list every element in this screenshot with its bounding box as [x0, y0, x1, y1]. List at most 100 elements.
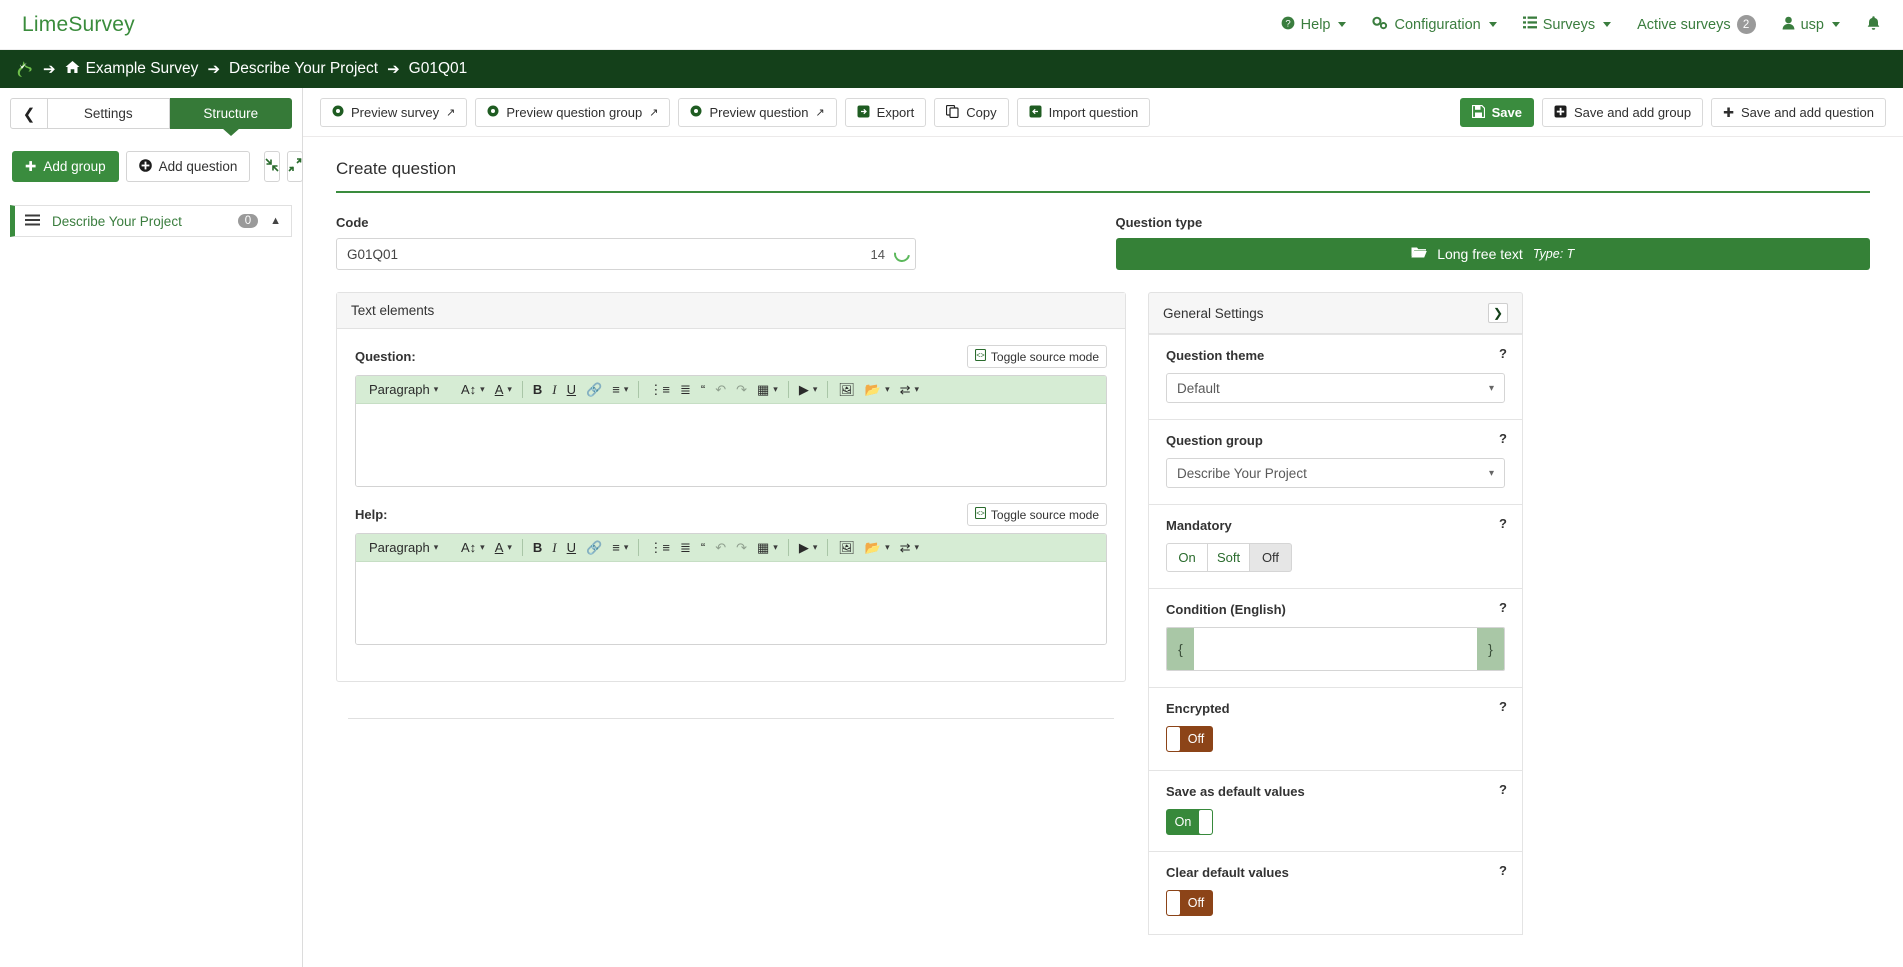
blockquote-icon[interactable]: “: [696, 381, 710, 398]
file-manager-icon[interactable]: 📂 ▾: [860, 381, 895, 399]
help-tooltip-icon-2[interactable]: ?: [1499, 431, 1507, 446]
table-icon[interactable]: ▦ ▾: [752, 381, 783, 399]
collapse-all-button[interactable]: [264, 151, 281, 182]
help-editor-area[interactable]: [356, 562, 1106, 644]
limesurvey-logo-icon[interactable]: [14, 59, 34, 79]
chevron-right-icon[interactable]: ❯: [1488, 303, 1508, 323]
mandatory-option-on[interactable]: On: [1166, 543, 1208, 572]
question-type-selector-button[interactable]: Long free text Type: T: [1115, 238, 1870, 270]
question-editor-area[interactable]: [356, 404, 1106, 486]
save-default-toggle[interactable]: On: [1166, 809, 1213, 835]
redo-icon[interactable]: ↷: [731, 381, 752, 399]
add-question-button[interactable]: Add question: [125, 151, 251, 182]
help-toggle-source-button[interactable]: <> Toggle source mode: [966, 503, 1107, 526]
ltr-rtl-icon[interactable]: ⇄ ▾: [895, 381, 924, 399]
underline-icon[interactable]: U: [562, 381, 581, 398]
align-icon-help[interactable]: ≡ ▾: [607, 539, 633, 556]
font-color-icon[interactable]: A ▾: [490, 381, 517, 398]
add-group-label: Add group: [43, 159, 106, 174]
paragraph-style-dropdown[interactable]: Paragraph ▾: [364, 381, 456, 398]
underline-icon-help[interactable]: U: [562, 539, 581, 556]
breadcrumb-arrow-icon: ➔: [43, 61, 56, 78]
expand-all-button[interactable]: [287, 151, 304, 182]
paragraph-style-dropdown-help[interactable]: Paragraph ▾: [364, 539, 456, 556]
font-size-icon-help[interactable]: A↕ ▾: [456, 539, 490, 556]
font-size-icon[interactable]: A↕ ▾: [456, 381, 490, 398]
tab-structure[interactable]: Structure: [169, 98, 292, 129]
nav-notifications[interactable]: [1866, 15, 1881, 35]
code-field-group: Code 14: [336, 215, 1091, 270]
save-and-add-question-button[interactable]: ✚ Save and add question: [1711, 98, 1886, 127]
help-tooltip-icon-3[interactable]: ?: [1499, 516, 1507, 531]
nav-configuration[interactable]: Configuration: [1372, 16, 1497, 34]
help-tooltip-icon-7[interactable]: ?: [1499, 863, 1507, 878]
chevron-down-icon-5: ▾: [773, 384, 778, 394]
font-color-icon-help[interactable]: A ▾: [490, 539, 517, 556]
bullet-list-icon[interactable]: ⋮≡: [644, 381, 675, 399]
code-input[interactable]: [337, 239, 871, 269]
nav-active-surveys[interactable]: Active surveys 2: [1637, 15, 1756, 34]
chevron-down-icon-11: ▾: [507, 542, 512, 552]
breadcrumb-item-survey-label: Example Survey: [85, 60, 199, 77]
italic-icon[interactable]: I: [547, 381, 561, 399]
image-icon[interactable]: 🖼: [833, 381, 860, 399]
tab-settings[interactable]: Settings: [48, 98, 170, 129]
nav-help[interactable]: ? Help: [1281, 16, 1347, 34]
nav-surveys[interactable]: Surveys: [1522, 16, 1612, 33]
question-group-select[interactable]: Describe Your Project ▾: [1166, 458, 1505, 488]
clear-default-toggle[interactable]: Off: [1166, 890, 1213, 916]
file-manager-icon-help[interactable]: 📂 ▾: [860, 539, 895, 557]
nav-user-menu[interactable]: usp: [1782, 16, 1840, 34]
media-icon[interactable]: ▶ ▾: [794, 381, 823, 399]
breadcrumb-item-group[interactable]: Describe Your Project: [229, 60, 378, 78]
question-toggle-source-button[interactable]: <> Toggle source mode: [966, 345, 1107, 368]
help-tooltip-icon[interactable]: ?: [1499, 346, 1507, 361]
external-link-icon-3: ↗: [815, 107, 825, 119]
condition-input[interactable]: [1194, 628, 1477, 670]
export-button[interactable]: Export: [844, 98, 927, 127]
redo-icon-help[interactable]: ↷: [731, 539, 752, 557]
media-icon-help[interactable]: ▶ ▾: [794, 539, 823, 557]
link-icon[interactable]: 🔗: [581, 381, 607, 399]
undo-icon[interactable]: ↶: [710, 381, 731, 399]
preview-question-group-button[interactable]: Preview question group ↗: [475, 98, 671, 127]
mandatory-option-off[interactable]: Off: [1250, 543, 1292, 572]
link-icon-help[interactable]: 🔗: [581, 539, 607, 557]
breadcrumb-item-question-label: G01Q01: [408, 60, 468, 77]
sidebar-collapse-button[interactable]: ❮: [10, 98, 48, 129]
breadcrumb-item-survey[interactable]: Example Survey: [65, 60, 199, 78]
copy-button[interactable]: Copy: [934, 98, 1009, 127]
image-icon-help[interactable]: 🖼: [833, 539, 860, 557]
table-icon-help[interactable]: ▦ ▾: [752, 539, 783, 557]
numbered-list-icon[interactable]: ≣: [675, 381, 696, 399]
preview-survey-button[interactable]: Preview survey ↗: [320, 98, 468, 127]
bold-icon-help[interactable]: B: [528, 539, 547, 556]
nav-active-surveys-label: Active surveys: [1637, 16, 1731, 33]
bold-icon[interactable]: B: [528, 381, 547, 398]
help-tooltip-icon-5[interactable]: ?: [1499, 699, 1507, 714]
numbered-list-icon-help[interactable]: ≣: [675, 539, 696, 557]
app-brand[interactable]: LimeSurvey: [22, 13, 135, 37]
save-default-toggle-label: On: [1174, 815, 1192, 829]
preview-question-button[interactable]: Preview question ↗: [678, 98, 837, 127]
bullet-list-icon-help[interactable]: ⋮≡: [644, 539, 675, 557]
align-icon[interactable]: ≡ ▾: [607, 381, 633, 398]
help-tooltip-icon-4[interactable]: ?: [1499, 600, 1507, 615]
undo-icon-help[interactable]: ↶: [710, 539, 731, 557]
mandatory-button-group: On Soft Off: [1166, 543, 1505, 572]
mandatory-option-soft[interactable]: Soft: [1208, 543, 1250, 572]
save-button[interactable]: Save: [1459, 98, 1534, 127]
chevron-up-icon[interactable]: ▲: [270, 215, 281, 227]
sidebar-group-item[interactable]: Describe Your Project 0 ▲: [10, 205, 292, 237]
question-theme-select[interactable]: Default ▾: [1166, 373, 1505, 403]
blockquote-icon-help[interactable]: “: [696, 539, 710, 556]
help-tooltip-icon-6[interactable]: ?: [1499, 782, 1507, 797]
grip-icon[interactable]: [25, 214, 40, 228]
ltr-rtl-icon-help[interactable]: ⇄ ▾: [895, 539, 924, 557]
import-question-button[interactable]: Import question: [1016, 98, 1151, 127]
text-elements-panel-title: Text elements: [351, 303, 435, 318]
italic-icon-help[interactable]: I: [547, 539, 561, 557]
save-and-add-group-button[interactable]: Save and add group: [1541, 98, 1704, 127]
encrypted-toggle[interactable]: Off: [1166, 726, 1213, 752]
add-group-button[interactable]: ✚ Add group: [12, 151, 119, 182]
